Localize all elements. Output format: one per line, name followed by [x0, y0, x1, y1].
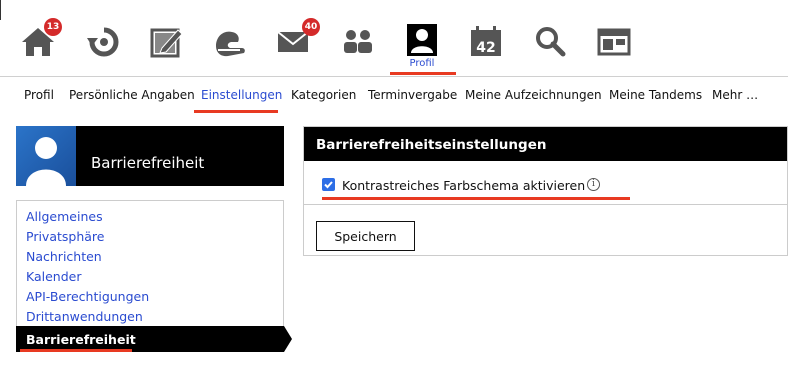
- active-nav-label: Profil: [409, 58, 435, 69]
- active-indicator: [390, 72, 456, 75]
- settings-header: Barrierefreiheitseinstellungen: [304, 127, 787, 161]
- active-item-indicator: [20, 349, 132, 352]
- notification-badge: 40: [302, 18, 320, 36]
- setting-highlight: [322, 197, 630, 200]
- notification-badge: 13: [44, 18, 62, 36]
- sidebar-item-drittanwendungen[interactable]: Drittanwendungen: [26, 309, 143, 324]
- tab-meine-aufzeichnungen[interactable]: Meine Aufzeichnungen: [465, 88, 602, 102]
- hand-icon[interactable]: [208, 20, 252, 64]
- tab-profil[interactable]: Profil: [24, 88, 54, 102]
- settings-title: Barrierefreiheitseinstellungen: [316, 137, 547, 153]
- active-arrow: [284, 326, 292, 352]
- sidebar-item-allgemeines[interactable]: Allgemeines: [26, 209, 103, 224]
- checkbox-label[interactable]: Kontrastreiches Farbschema aktivieren: [342, 178, 585, 193]
- sidebar-item-privatsphaere[interactable]: Privatsphäre: [26, 229, 104, 244]
- settings-panel: Barrierefreiheitseinstellungen Kontrastr…: [303, 126, 788, 256]
- save-button[interactable]: Speichern: [316, 221, 415, 251]
- circle-arrow-icon[interactable]: [82, 20, 126, 64]
- tab-mehr[interactable]: Mehr …: [712, 88, 758, 102]
- calendar-icon[interactable]: 42: [464, 20, 508, 64]
- tab-einstellungen[interactable]: Einstellungen: [201, 88, 282, 102]
- window-icon[interactable]: [592, 20, 636, 64]
- info-icon[interactable]: i: [587, 178, 600, 191]
- divider: [0, 0, 1, 20]
- sidebar-item-api-berechtigungen[interactable]: API-Berechtigungen: [26, 289, 149, 304]
- top-icon-bar: 13 40 42 Profil: [0, 0, 788, 76]
- home-icon[interactable]: 13: [16, 18, 62, 64]
- people-icon[interactable]: [336, 20, 380, 64]
- avatar: [16, 126, 76, 186]
- high-contrast-checkbox[interactable]: [322, 178, 335, 191]
- search-icon[interactable]: [528, 20, 572, 64]
- sidebar-title: Barrierefreiheit: [91, 154, 205, 172]
- sidebar-item-kalender[interactable]: Kalender: [26, 269, 82, 284]
- tab-persoenliche-angaben[interactable]: Persönliche Angaben: [69, 88, 195, 102]
- sidebar-item-label: Barrierefreiheit: [26, 332, 136, 347]
- sidebar-item-nachrichten[interactable]: Nachrichten: [26, 249, 102, 264]
- tab-bar: Profil Persönliche Angaben Einstellungen…: [0, 76, 788, 114]
- calendar-day: 42: [476, 40, 495, 56]
- tab-kategorien[interactable]: Kategorien: [291, 88, 356, 102]
- tab-meine-tandems[interactable]: Meine Tandems: [609, 88, 702, 102]
- edit-icon[interactable]: [144, 20, 188, 64]
- sidebar-header: Barrierefreiheit: [16, 126, 284, 186]
- active-tab-indicator: [194, 110, 278, 113]
- tab-terminvergabe[interactable]: Terminvergabe: [368, 88, 457, 102]
- mail-icon[interactable]: 40: [272, 18, 320, 64]
